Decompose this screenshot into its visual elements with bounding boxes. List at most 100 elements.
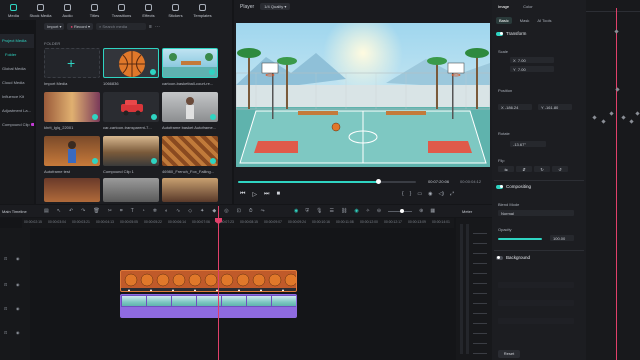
sidebar-item-folder[interactable]: Folder [0,48,34,62]
subtab-ai-tools[interactable]: AI Tools [537,18,551,23]
record-button[interactable]: ● Record ▾ [67,23,94,30]
mic-icon[interactable]: 🎙 [316,208,322,214]
split-icon[interactable]: ✂ [108,208,112,214]
color-icon[interactable]: ◐ [165,208,168,214]
toolbar-transitions[interactable]: Transitions [108,0,135,20]
zoom-slider[interactable] [388,208,413,213]
compositing-toggle[interactable] [496,184,503,189]
undo-icon[interactable]: ↶ [69,208,73,214]
reset-button[interactable]: Reset [498,350,520,358]
media-item-autoframe-basket[interactable] [162,92,218,122]
flip-horizontal-button[interactable]: ⇋ [498,166,514,172]
lock-icon[interactable]: ⊡ [4,256,7,261]
sidebar-item-adjustment-layer[interactable]: Adjustment La... [0,104,34,118]
background-toggle[interactable] [496,255,503,260]
prev-frame-icon[interactable]: ⏮ [240,191,245,198]
tab-color[interactable]: Color [523,4,533,9]
next-frame-icon[interactable]: ⏭ [264,191,269,198]
link-icon[interactable]: ⛓ [341,208,347,214]
tab-image[interactable]: Image [498,4,509,9]
camera-icon[interactable]: ◉ [428,191,432,197]
toolbar-audio[interactable]: Audio [54,0,81,20]
timeline-ruler[interactable]: 00:00:02:15 00:00:03:04 00:00:03:21 00:00:0… [22,218,454,228]
toolbar-media[interactable]: Media [0,0,27,20]
stop-icon[interactable]: ■ [276,191,280,198]
timeline-title[interactable]: Main Timeline [2,209,27,214]
subtab-mask[interactable]: Mask [520,18,530,23]
toolbar-templates[interactable]: Templates [189,0,216,20]
search-input[interactable]: ⌕ Search media [96,23,147,30]
basketball-clip[interactable] [120,270,297,292]
media-item-partial-1[interactable] [44,178,100,202]
position-x-field[interactable]: X -186.24 [498,104,532,110]
flip-rotate-button[interactable]: ↻ [534,166,550,172]
subtab-basic[interactable]: Basic [496,17,512,24]
preview-canvas[interactable] [236,23,490,167]
media-item-compound-clip[interactable] [103,136,159,166]
list-icon[interactable]: ☰ [330,208,334,214]
zoom-in-icon[interactable]: ⊕ [419,208,423,214]
grid-icon[interactable]: ▦ [430,208,435,214]
timeline-playhead[interactable] [218,206,219,360]
quality-dropdown[interactable]: 1/4 Quality ▾ [260,3,291,10]
scale-y-field[interactable]: Y 7.00 [510,66,554,72]
transform-toggle[interactable] [496,31,503,36]
play-icon[interactable]: ▷ [252,191,257,198]
lock-icon[interactable]: ⊡ [4,282,7,287]
volume-icon[interactable]: ◁) [438,191,444,197]
sidebar-item-compound-clip[interactable]: Compound Clip [0,118,34,132]
media-item-fox[interactable] [162,136,218,166]
opacity-field[interactable]: 100.00 [550,235,574,241]
flip-vertical-button[interactable]: ⇵ [516,166,532,172]
select-icon[interactable]: ↖ [57,208,61,214]
filter-icon[interactable]: ≡ [149,24,152,30]
lock-icon[interactable]: ⊡ [4,330,7,335]
media-item-partial-3[interactable] [162,178,218,202]
media-item-basketball[interactable] [103,48,159,78]
media-item-car[interactable] [103,92,159,122]
eye-icon[interactable]: ◉ [16,256,20,261]
layout-icon[interactable]: ▤ [44,208,49,214]
audio-wave-icon[interactable]: ∿ [176,208,180,214]
ai-icon[interactable]: ✦ [200,208,204,214]
media-item-autoframe-test[interactable] [44,136,100,166]
keyframe-icon[interactable]: ◆ [212,208,216,214]
crop-icon[interactable]: ⌗ [120,208,123,214]
sidebar-item-project-media[interactable]: Project Media [0,34,34,48]
import-button[interactable]: Import ▾ [44,23,65,30]
eye-icon[interactable]: ◉ [16,282,20,287]
playback-scrubber[interactable] [238,181,416,183]
media-item-partial-2[interactable] [103,178,159,202]
fullscreen-icon[interactable]: ⤢ [450,191,454,197]
marker-icon[interactable]: ◇ [188,208,192,214]
toolbar-stickers[interactable]: Stickers [162,0,189,20]
eye-icon[interactable]: ◉ [16,330,20,335]
scale-x-field[interactable]: X 7.00 [510,57,554,63]
rotate-field[interactable]: -13.67° [510,141,546,147]
sparkle-icon[interactable]: ✧ [366,208,370,214]
media-item-video-1[interactable] [44,92,100,122]
more-icon[interactable]: ⋯ [155,24,160,30]
ripple-icon[interactable]: ◉ [354,208,358,214]
text-icon[interactable]: T [131,208,134,214]
sidebar-item-global-media[interactable]: Global Media [0,62,34,76]
freeze-icon[interactable]: ❄ [153,208,157,214]
court-clip[interactable] [120,294,297,318]
eye-icon[interactable]: ◉ [16,306,20,311]
toolbar-effects[interactable]: Effects [135,0,162,20]
bracket-in-icon[interactable]: { [402,191,404,197]
bracket-out-icon[interactable]: } [410,191,412,197]
monitor-icon[interactable]: ▭ [417,191,422,197]
mask-icon[interactable]: ◎ [224,208,228,214]
stabilize-icon[interactable]: ⊡ [237,208,241,214]
timer-icon[interactable]: ⏱ [249,208,253,214]
lock-icon[interactable]: ⊡ [4,306,7,311]
blend-mode-dropdown[interactable]: Normal [498,210,574,216]
sidebar-item-influence-kit[interactable]: Influence Kit [0,90,34,104]
zoom-out-icon[interactable]: ⊖ [377,208,381,214]
toolbar-stock-media[interactable]: Stock Media [27,0,54,20]
position-y-field[interactable]: Y -161.80 [538,104,572,110]
import-media-tile[interactable]: + [44,48,100,78]
speed-icon[interactable]: ◔ [142,208,145,214]
sidebar-item-cloud-media[interactable]: Cloud Media [0,76,34,90]
